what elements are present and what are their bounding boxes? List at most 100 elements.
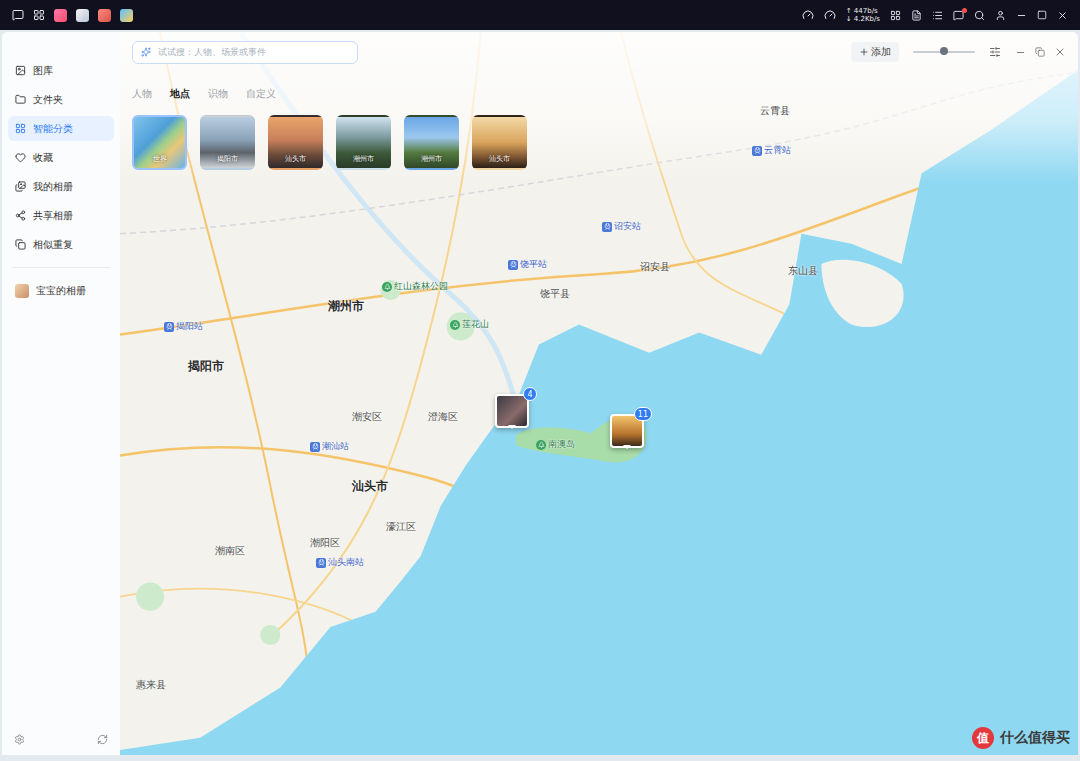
sidebar-item-icon <box>15 210 26 221</box>
toolbar: 添加 <box>132 39 1066 65</box>
refresh-icon[interactable] <box>97 734 108 745</box>
photos-window: 图库文件夹智能分类收藏我的相册共享相册相似重复宝宝的相册潮州市揭阳市汕头市饶平县… <box>2 32 1078 755</box>
sidebar-footer <box>8 734 114 745</box>
sidebar-item[interactable]: 共享相册 <box>8 203 114 228</box>
category-tabs: 人物地点识物自定义 <box>132 85 1066 103</box>
cpu-gauge-icon[interactable] <box>802 9 814 21</box>
app-icon[interactable] <box>120 9 133 22</box>
settings-icon[interactable] <box>14 734 25 745</box>
map-label: 云霄县 <box>760 104 790 118</box>
minimize-icon[interactable] <box>1015 47 1026 58</box>
widgets-icon[interactable] <box>890 10 901 21</box>
plus-icon <box>859 47 869 57</box>
maximize-icon[interactable] <box>1037 10 1047 20</box>
search-box[interactable] <box>132 41 358 64</box>
zoom-slider[interactable] <box>913 51 975 53</box>
close-icon[interactable] <box>1057 10 1068 21</box>
map-label: 诏安县 <box>640 260 670 274</box>
album-item[interactable]: 宝宝的相册 <box>8 278 114 303</box>
sparkle-icon <box>141 47 151 57</box>
filter-icon[interactable] <box>989 46 1001 58</box>
sidebar-item[interactable]: 智能分类 <box>8 116 114 141</box>
map-label: 揭阳站 <box>164 320 203 333</box>
photo-count-badge: 11 <box>634 407 652 421</box>
restore-icon[interactable] <box>1035 47 1045 57</box>
place-card[interactable]: 汕头市 <box>472 115 527 170</box>
system-bar: ↑ 447b/s↓ 4.2Kb/s <box>0 0 1080 30</box>
place-card[interactable]: 世界 <box>132 115 187 170</box>
messages-button[interactable] <box>953 10 964 21</box>
tab[interactable]: 识物 <box>208 85 228 103</box>
station-icon <box>602 222 612 232</box>
map-label: 澄海区 <box>428 410 458 424</box>
map-label: 潮州市 <box>328 298 364 315</box>
park-icon <box>450 320 460 330</box>
add-button[interactable]: 添加 <box>851 42 899 62</box>
map-label: 潮安区 <box>352 410 382 424</box>
map-label: 饶平县 <box>540 287 570 301</box>
zoom-slider-thumb[interactable] <box>940 47 948 55</box>
map-label: 莲花山 <box>450 318 489 331</box>
sidebar-item[interactable]: 我的相册 <box>8 174 114 199</box>
sidebar-item-icon <box>15 152 26 163</box>
sidebar-item[interactable]: 图库 <box>8 58 114 83</box>
tasks-icon[interactable] <box>932 10 943 21</box>
place-label: 汕头市 <box>489 154 510 168</box>
search-icon[interactable] <box>974 10 985 21</box>
place-label: 潮州市 <box>353 154 374 168</box>
app-icon[interactable] <box>98 9 111 22</box>
map-label: 云霄站 <box>752 144 791 157</box>
station-icon <box>752 146 762 156</box>
station-icon <box>316 558 326 568</box>
map-label: 汕头南站 <box>316 556 364 569</box>
map-label: 汕头市 <box>352 478 388 495</box>
download-speed: ↓ 4.2Kb/s <box>846 15 880 23</box>
watermark-text: 什么值得买 <box>1000 729 1070 747</box>
map-label: 潮阳区 <box>310 536 340 550</box>
close-icon[interactable] <box>1054 46 1066 58</box>
photo-count-badge: 4 <box>523 387 537 401</box>
map-label: 东山县 <box>788 264 818 278</box>
place-label: 揭阳市 <box>217 154 238 168</box>
chat-icon[interactable] <box>12 9 24 21</box>
map-label: 揭阳市 <box>188 358 224 375</box>
minimize-icon[interactable] <box>1016 10 1027 21</box>
watermark-logo: 值 <box>972 727 994 749</box>
app-icon[interactable] <box>54 9 67 22</box>
station-icon <box>310 442 320 452</box>
toolbar-tools: 添加 <box>851 42 1066 62</box>
map-label: 饶平站 <box>508 258 547 271</box>
map-label: 南澳岛 <box>536 438 575 451</box>
place-card[interactable]: 揭阳市 <box>200 115 255 170</box>
app-icon[interactable] <box>76 9 89 22</box>
sidebar-item[interactable]: 相似重复 <box>8 232 114 257</box>
header: 添加人物地点识物自定义世界揭阳市汕头市潮州市潮州市汕头市 <box>120 32 1078 170</box>
tab[interactable]: 人物 <box>132 85 152 103</box>
place-card[interactable]: 潮州市 <box>336 115 391 170</box>
photo-pin[interactable]: 11 <box>610 414 644 448</box>
memory-gauge-icon[interactable] <box>824 9 836 21</box>
system-bar-right: ↑ 447b/s↓ 4.2Kb/s <box>802 7 1068 23</box>
map-label: 潮南区 <box>215 544 245 558</box>
system-bar-left <box>12 9 133 22</box>
station-icon <box>164 322 174 332</box>
sidebar-item[interactable]: 文件夹 <box>8 87 114 112</box>
window-controls <box>1015 46 1066 58</box>
place-card[interactable]: 潮州市 <box>404 115 459 170</box>
apps-grid-icon[interactable] <box>33 9 45 21</box>
park-icon <box>536 440 546 450</box>
photo-pin[interactable]: 4 <box>495 394 529 428</box>
notes-icon[interactable] <box>911 10 922 21</box>
sidebar-divider <box>12 267 110 268</box>
place-card[interactable]: 汕头市 <box>268 115 323 170</box>
map-view: 潮州市揭阳市汕头市饶平县诏安县东山县云霄县潮安区澄海区濠江区潮阳区潮南区惠来县饶… <box>120 32 1078 755</box>
tab[interactable]: 地点 <box>170 85 190 103</box>
search-input[interactable] <box>156 46 349 58</box>
place-label: 世界 <box>153 154 167 168</box>
station-icon <box>508 260 518 270</box>
tab[interactable]: 自定义 <box>246 85 276 103</box>
sidebar-item-icon <box>15 123 26 134</box>
sidebar-item[interactable]: 收藏 <box>8 145 114 170</box>
user-icon[interactable] <box>995 10 1006 21</box>
upload-speed: ↑ 447b/s <box>846 7 880 15</box>
